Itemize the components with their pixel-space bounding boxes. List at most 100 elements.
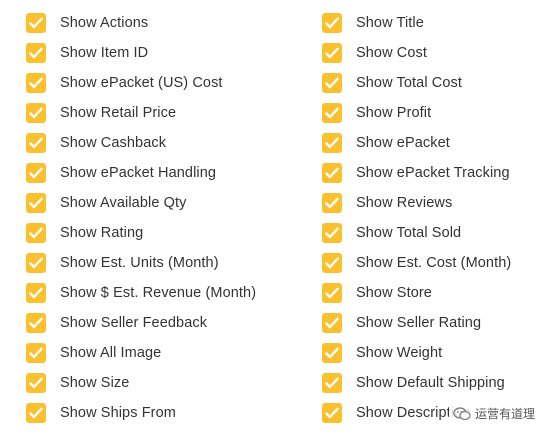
checkbox[interactable]: [26, 73, 46, 93]
checkmark-icon: [325, 17, 339, 29]
checkbox[interactable]: [322, 223, 342, 243]
right-option-row[interactable]: Show Cost: [322, 38, 555, 68]
checkbox[interactable]: [26, 403, 46, 423]
checkbox[interactable]: [26, 163, 46, 183]
right-option-row[interactable]: Show Total Cost: [322, 68, 555, 98]
checkbox[interactable]: [26, 313, 46, 333]
checkbox[interactable]: [322, 73, 342, 93]
left-option-row[interactable]: Show Cashback: [26, 128, 296, 158]
checkmark-icon: [325, 407, 339, 419]
checkmark-icon: [325, 287, 339, 299]
option-label: Show Total Cost: [356, 75, 463, 91]
left-option-row[interactable]: Show Actions: [26, 8, 296, 38]
checkbox[interactable]: [26, 103, 46, 123]
checkbox[interactable]: [322, 103, 342, 123]
checkbox[interactable]: [26, 13, 46, 33]
option-label: Show Title: [356, 15, 424, 31]
checkbox[interactable]: [26, 43, 46, 63]
checkbox[interactable]: [26, 193, 46, 213]
right-option-row[interactable]: Show Weight: [322, 338, 555, 368]
column-settings-panel: Show Actions Show Item ID Show ePacket (US…: [0, 0, 555, 436]
checkbox[interactable]: [322, 283, 342, 303]
left-option-column: Show Actions Show Item ID Show ePacket (US…: [26, 8, 296, 428]
checkbox[interactable]: [322, 13, 342, 33]
checkmark-icon: [325, 137, 339, 149]
right-option-row[interactable]: Show Seller Rating: [322, 308, 555, 338]
left-option-row[interactable]: Show Available Qty: [26, 188, 296, 218]
checkbox[interactable]: [322, 133, 342, 153]
left-option-row[interactable]: Show All Image: [26, 338, 296, 368]
wechat-icon: [453, 406, 471, 420]
left-option-row[interactable]: Show Rating: [26, 218, 296, 248]
option-label: Show Total Sold: [356, 225, 462, 241]
option-label: Show ePacket (US) Cost: [60, 75, 223, 91]
right-option-row[interactable]: Show Total Sold: [322, 218, 555, 248]
option-label: Show Profit: [356, 105, 432, 121]
checkbox[interactable]: [322, 43, 342, 63]
option-label: Show Seller Rating: [356, 315, 482, 331]
checkbox[interactable]: [322, 313, 342, 333]
left-option-row[interactable]: Show Seller Feedback: [26, 308, 296, 338]
checkmark-icon: [325, 47, 339, 59]
checkmark-icon: [325, 77, 339, 89]
right-option-row[interactable]: Show ePacket: [322, 128, 555, 158]
left-option-row[interactable]: Show Retail Price: [26, 98, 296, 128]
checkmark-icon: [29, 107, 43, 119]
checkmark-icon: [29, 17, 43, 29]
option-label: Show Retail Price: [60, 105, 177, 121]
checkmark-icon: [325, 317, 339, 329]
right-option-column: Show Title Show Cost Show Total Cost Show P…: [322, 8, 555, 428]
checkbox[interactable]: [322, 163, 342, 183]
checkbox[interactable]: [26, 373, 46, 393]
left-option-row[interactable]: Show ePacket (US) Cost: [26, 68, 296, 98]
checkbox[interactable]: [322, 193, 342, 213]
checkbox[interactable]: [322, 253, 342, 273]
right-option-row[interactable]: Show Store: [322, 278, 555, 308]
checkmark-icon: [29, 197, 43, 209]
option-label: Show Ships From: [60, 405, 176, 421]
right-option-row[interactable]: Show Default Shipping: [322, 368, 555, 398]
option-label: Show Est. Cost (Month): [356, 255, 512, 271]
checkbox[interactable]: [322, 343, 342, 363]
option-label: Show Cost: [356, 45, 428, 61]
right-option-row[interactable]: Show Reviews: [322, 188, 555, 218]
left-option-row[interactable]: Show Est. Units (Month): [26, 248, 296, 278]
checkbox[interactable]: [322, 373, 342, 393]
checkmark-icon: [325, 257, 339, 269]
checkmark-icon: [29, 347, 43, 359]
right-option-row[interactable]: Show Title: [322, 8, 555, 38]
checkbox[interactable]: [26, 223, 46, 243]
checkmark-icon: [325, 167, 339, 179]
option-label: Show Item ID: [60, 45, 149, 61]
checkbox[interactable]: [26, 283, 46, 303]
option-label: Show Size: [60, 375, 130, 391]
left-option-row[interactable]: Show Size: [26, 368, 296, 398]
checkbox[interactable]: [26, 133, 46, 153]
right-option-row[interactable]: Show Profit: [322, 98, 555, 128]
option-label: Show Cashback: [60, 135, 167, 151]
option-label: Show $ Est. Revenue (Month): [60, 285, 257, 301]
checkbox[interactable]: [26, 343, 46, 363]
checkbox[interactable]: [26, 253, 46, 273]
checkmark-icon: [29, 77, 43, 89]
checkmark-icon: [29, 227, 43, 239]
left-option-row[interactable]: Show Ships From: [26, 398, 296, 428]
watermark: 运营有道理: [448, 403, 539, 424]
right-option-row[interactable]: Show ePacket Tracking: [322, 158, 555, 188]
left-option-row[interactable]: Show $ Est. Revenue (Month): [26, 278, 296, 308]
left-option-row[interactable]: Show ePacket Handling: [26, 158, 296, 188]
checkbox[interactable]: [322, 403, 342, 423]
checkmark-icon: [29, 167, 43, 179]
option-label: Show Weight: [356, 345, 443, 361]
checkmark-icon: [325, 107, 339, 119]
option-label: Show ePacket: [356, 135, 450, 151]
checkmark-icon: [325, 377, 339, 389]
right-option-row[interactable]: Show Est. Cost (Month): [322, 248, 555, 278]
left-option-row[interactable]: Show Item ID: [26, 38, 296, 68]
option-label: Show All Image: [60, 345, 162, 361]
option-label: Show Rating: [60, 225, 144, 241]
checkmark-icon: [325, 347, 339, 359]
option-label: Show Actions: [60, 15, 149, 31]
option-label: Show Seller Feedback: [60, 315, 208, 331]
option-label: Show Store: [356, 285, 432, 301]
